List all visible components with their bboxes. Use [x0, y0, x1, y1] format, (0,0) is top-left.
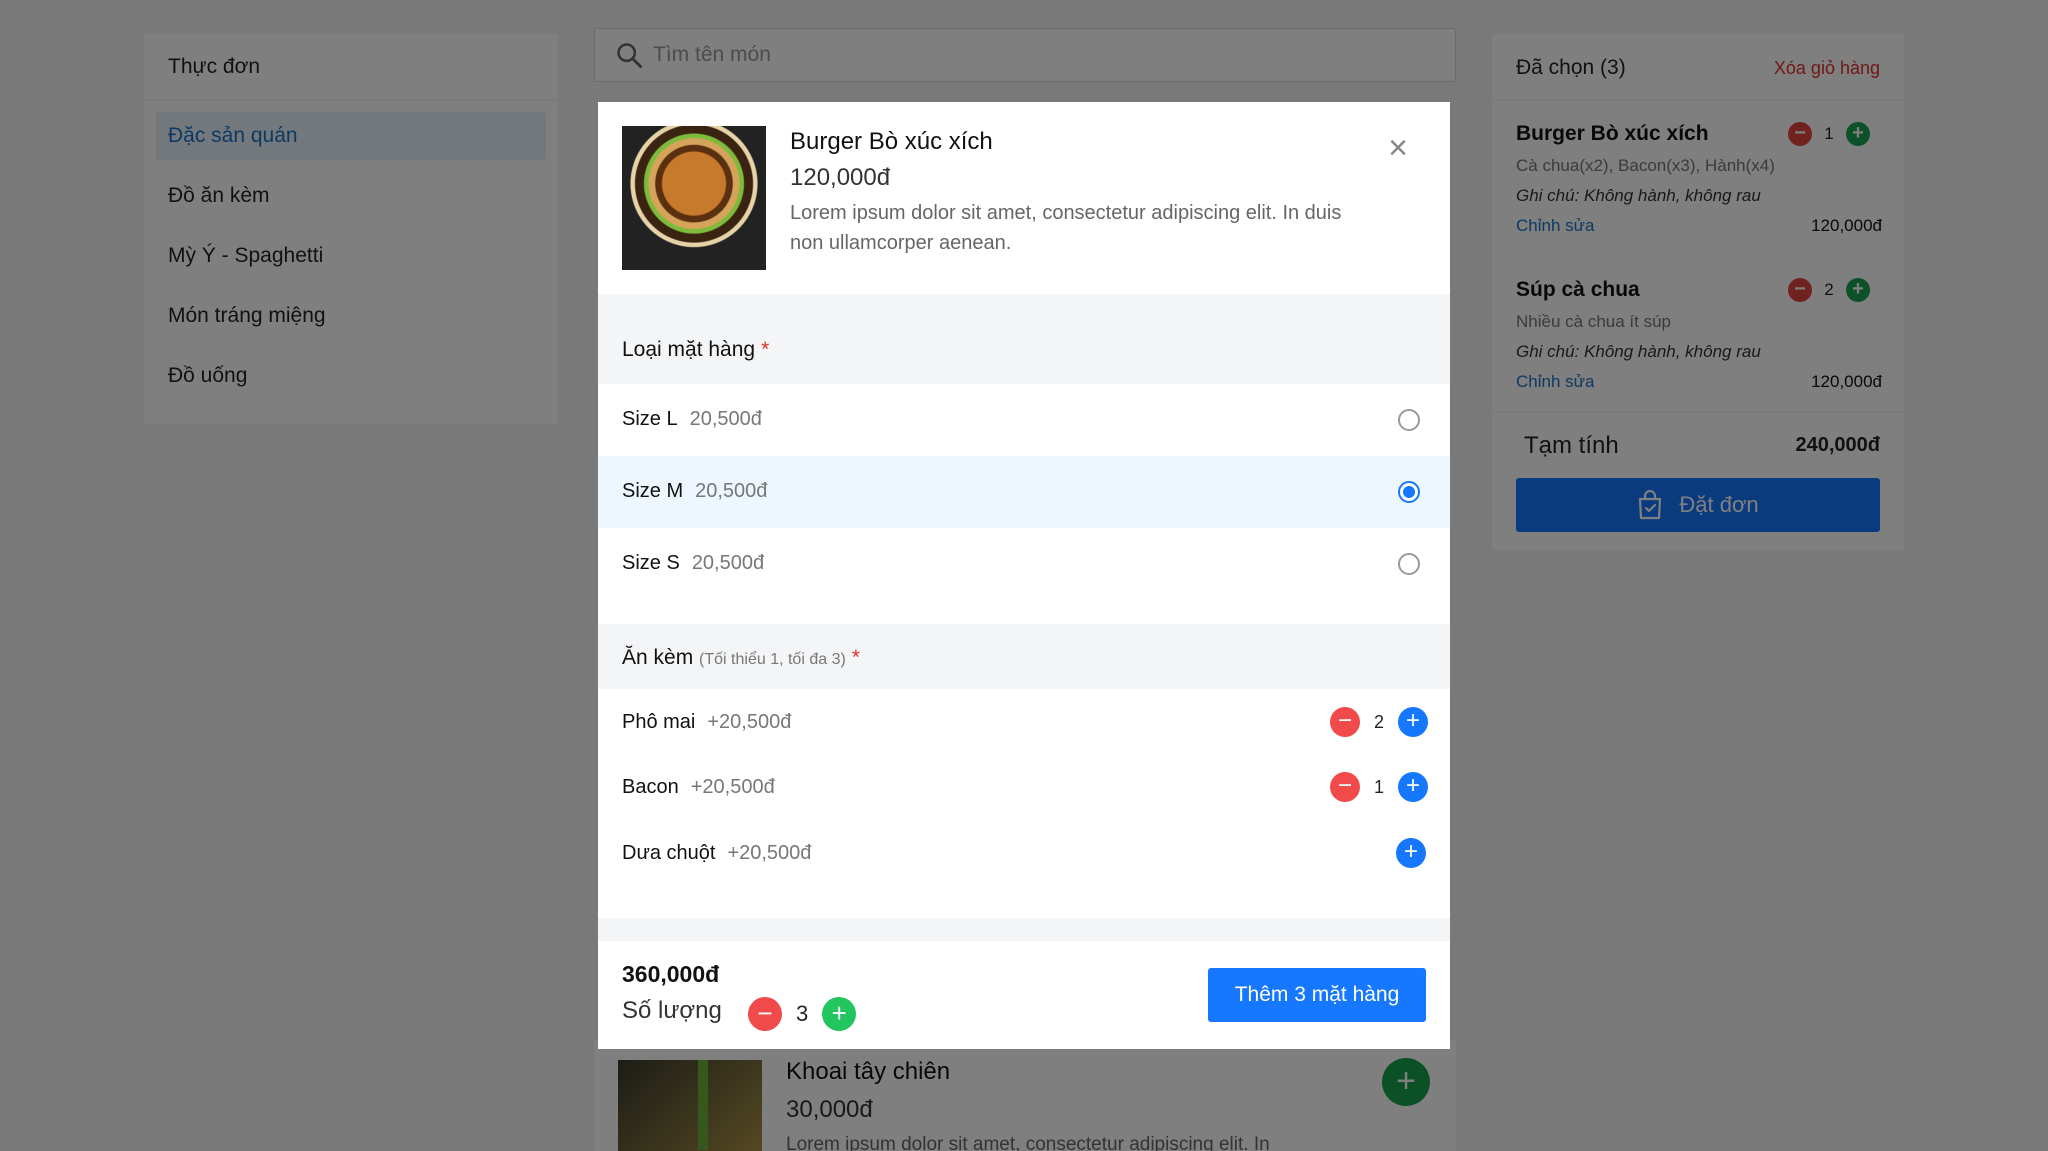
- addon-section-label: Ăn kèm: [622, 646, 694, 669]
- quantity-stepper: − 3 +: [748, 997, 857, 1031]
- addon-stepper: +: [1396, 838, 1426, 868]
- variant-label: Size L: [622, 408, 678, 430]
- radio-button-selected[interactable]: [1398, 481, 1420, 503]
- required-mark: *: [761, 338, 770, 361]
- addon-section-title: Ăn kèm (Tối thiểu 1, tối đa 3) *: [622, 646, 860, 670]
- variant-label: Size M: [622, 480, 684, 502]
- quantity-label: Số lượng: [622, 997, 722, 1024]
- decrease-button[interactable]: −: [1330, 772, 1360, 802]
- variant-option-size-l[interactable]: Size L 20,500đ: [598, 384, 1450, 456]
- increase-button[interactable]: +: [1396, 838, 1426, 868]
- close-icon[interactable]: ×: [1384, 131, 1412, 165]
- radio-button[interactable]: [1398, 409, 1420, 431]
- burger-image: [622, 126, 766, 270]
- addon-stepper: − 1 +: [1330, 772, 1429, 802]
- addon-option: Phô mai +20,500đ − 2 +: [598, 689, 1450, 754]
- variant-price: 20,500đ: [689, 408, 762, 430]
- modal-product-price: 120,000đ: [790, 164, 891, 191]
- modal-footer: 360,000đ Số lượng − 3 + Thêm 3 mặt hàng: [598, 941, 1450, 1049]
- modal-product-description: Lorem ipsum dolor sit amet, consectetur …: [790, 202, 1342, 254]
- increase-button[interactable]: +: [822, 997, 857, 1031]
- addon-option: Dưa chuột +20,500đ +: [598, 820, 1450, 918]
- addon-qty: 2: [1374, 711, 1385, 732]
- required-mark: *: [851, 646, 860, 669]
- variant-option-size-s[interactable]: Size S 20,500đ: [598, 528, 1450, 624]
- modal-total: 360,000đ: [622, 961, 720, 987]
- decrease-button[interactable]: −: [1330, 707, 1360, 737]
- product-options-modal: Burger Bò xúc xích 120,000đ Lorem ipsum …: [598, 102, 1450, 1049]
- variant-option-size-m[interactable]: Size M 20,500đ: [598, 456, 1450, 528]
- increase-button[interactable]: +: [1398, 772, 1429, 802]
- addon-label: Bacon: [622, 776, 679, 798]
- variant-section-title: Loại mặt hàng *: [622, 338, 769, 362]
- addon-qty: 1: [1374, 776, 1385, 797]
- addon-label: Phô mai: [622, 711, 696, 733]
- addon-price: +20,500đ: [690, 776, 775, 798]
- variant-price: 20,500đ: [695, 480, 768, 502]
- addon-stepper: − 2 +: [1330, 707, 1429, 737]
- addon-price: +20,500đ: [727, 842, 812, 864]
- increase-button[interactable]: +: [1398, 707, 1429, 737]
- modal-product-name: Burger Bò xúc xích: [790, 128, 993, 155]
- addon-label: Dưa chuột: [622, 842, 716, 864]
- decrease-button[interactable]: −: [748, 997, 782, 1031]
- addon-option: Bacon +20,500đ − 1 +: [598, 754, 1450, 820]
- addon-price: +20,500đ: [707, 711, 792, 733]
- radio-button[interactable]: [1398, 553, 1420, 575]
- quantity-value: 3: [796, 1001, 809, 1026]
- modal-header: Burger Bò xúc xích 120,000đ Lorem ipsum …: [598, 102, 1450, 294]
- addon-section-hint: (Tối thiểu 1, tối đa 3): [699, 651, 846, 668]
- variant-price: 20,500đ: [691, 552, 765, 574]
- variant-label: Size S: [622, 552, 680, 574]
- variant-section-label: Loại mặt hàng: [622, 338, 756, 361]
- add-to-cart-button[interactable]: Thêm 3 mặt hàng: [1208, 968, 1426, 1022]
